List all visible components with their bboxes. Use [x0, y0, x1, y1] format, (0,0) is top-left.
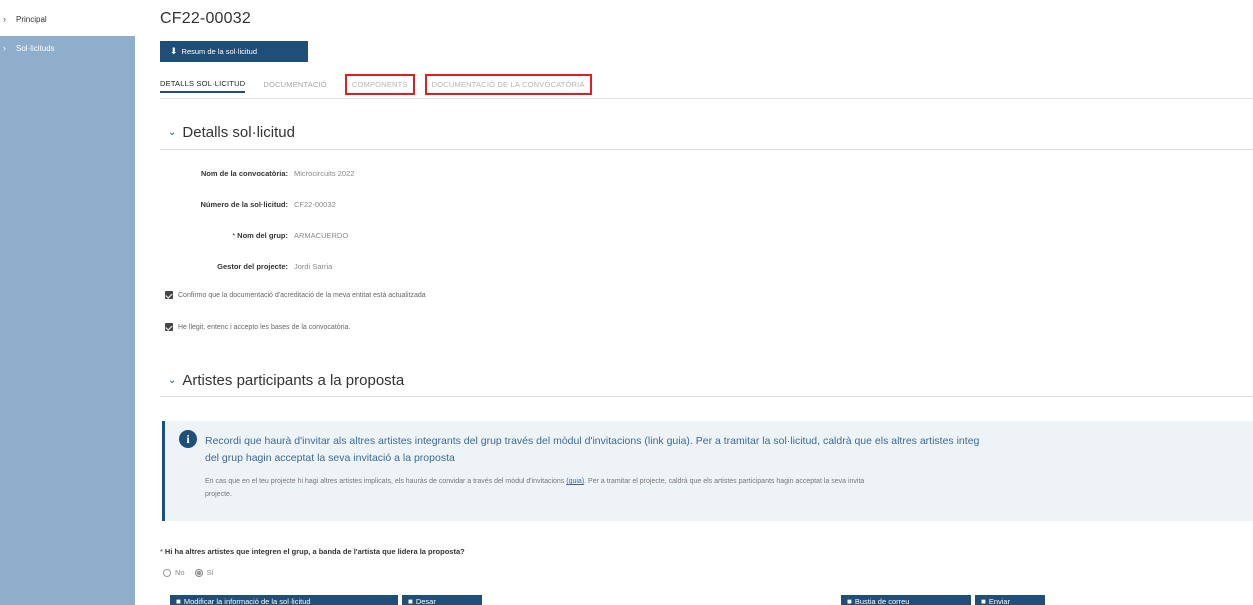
details-section-title: Detalls sol·licitud: [182, 124, 295, 141]
field-value: Jordi Sarria: [294, 261, 333, 271]
mailbox-button[interactable]: ■ Bustia de correu: [841, 595, 971, 605]
main-content: CF22-00032 ⬇ Resum de la sol·licitud DET…: [160, 0, 1253, 605]
radio-yes[interactable]: Sí: [194, 568, 214, 577]
accept-terms-checkbox-row[interactable]: He llegit, entenc i accepto les bases de…: [165, 320, 350, 334]
summary-button-label: Resum de la sol·licitud: [181, 47, 257, 56]
radio-label: No: [175, 568, 185, 577]
field-group-name: * Nom del grup: ARMACUERDO: [160, 227, 348, 243]
info-message: Recordi que haurà d'invitar als altres a…: [205, 433, 1253, 467]
chevron-right-icon: ›: [3, 14, 6, 24]
required-mark: *: [160, 547, 163, 556]
radio-no[interactable]: No: [163, 568, 185, 577]
radio-label: Sí: [206, 568, 214, 577]
button-label: Enviar: [988, 596, 1011, 605]
radio-circle-selected[interactable]: [194, 568, 203, 577]
tabs: DETALLS SOL·LICITUD DOCUMENTACIÓ COMPONE…: [160, 72, 602, 96]
info-details-line1: En cas que en el teu projecte hi hagi al…: [205, 475, 1253, 488]
field-label: Gestor del projecte:: [217, 261, 288, 271]
chevron-down-icon: ⌄: [168, 375, 177, 386]
edit-icon: ■: [176, 596, 181, 605]
other-artists-question: * Hi ha altres artistes que integren el g…: [160, 547, 465, 556]
details-section-header[interactable]: ⌄ Detalls sol·licitud: [168, 124, 295, 141]
radio-circle[interactable]: [163, 568, 171, 577]
artists-section-header[interactable]: ⌄ Artistes participants a la proposta: [168, 372, 404, 389]
button-label: Modificar la informació de la sol·licitu…: [183, 596, 311, 605]
sidebar-item-label: Principal: [16, 14, 47, 24]
other-artists-radio-group: No Sí: [163, 568, 224, 577]
checkbox-label: Confirmo que la documentació d'acreditac…: [178, 291, 426, 299]
info-details-text: En cas que en el teu projecte hi hagi al…: [205, 478, 567, 485]
send-button[interactable]: ■ Enviar: [975, 595, 1045, 605]
field-label: Número de la sol·licitud:: [200, 199, 288, 209]
question-text: Hi ha altres artistes que integren el gr…: [164, 547, 465, 556]
save-button[interactable]: ■ Desar: [402, 595, 482, 605]
sidebar: › Principal › Sol·licituds: [0, 0, 135, 605]
info-message-line2: del grup hagin acceptat la seva invitaci…: [205, 452, 455, 464]
checkbox-checked[interactable]: [165, 291, 173, 299]
field-value: ARMACUERDO: [294, 230, 349, 240]
field-project-manager: Gestor del projecte: Jordi Sarria: [160, 258, 332, 274]
required-mark: *: [232, 230, 236, 240]
field-label-text: Nom del grup:: [237, 230, 288, 240]
save-icon: ■: [408, 596, 413, 605]
field-value: CF22-00032: [294, 199, 336, 209]
summary-button[interactable]: ⬇ Resum de la sol·licitud: [160, 41, 308, 62]
section-divider: [160, 396, 1253, 397]
info-details: En cas que en el teu projecte hi hagi al…: [205, 475, 1253, 501]
sidebar-item-label: Sol·licituds: [16, 43, 55, 53]
checkbox-checked[interactable]: [165, 323, 173, 331]
tabs-divider: [160, 98, 1253, 99]
edit-request-button[interactable]: ■ Modificar la informació de la sol·lici…: [170, 595, 398, 605]
artists-section-title: Artistes participants a la proposta: [182, 372, 405, 389]
send-icon: ■: [981, 596, 986, 605]
tab-components[interactable]: COMPONENTS: [344, 73, 415, 95]
chevron-down-icon: ⌄: [168, 127, 177, 138]
mail-icon: ■: [847, 596, 852, 605]
sidebar-item-principal[interactable]: › Principal: [0, 8, 135, 30]
field-label: Nom de la convocatòria:: [200, 168, 288, 178]
guide-link[interactable]: (guia): [566, 478, 584, 485]
confirm-docs-checkbox-row[interactable]: Confirmo que la documentació d'acreditac…: [165, 288, 426, 302]
tab-call-documentation[interactable]: DOCUMENTACIÓ DE LA CONVOCATÒRIA: [424, 73, 592, 95]
sidebar-active-panel: › Sol·licituds: [0, 36, 135, 605]
button-label: Desar: [415, 596, 436, 605]
page-title: CF22-00032: [160, 10, 251, 27]
sidebar-item-sollicituds[interactable]: › Sol·licituds: [0, 36, 135, 60]
info-details-line2: projecte.: [205, 491, 232, 498]
info-message-line1: Recordi que haurà d'invitar als altres a…: [205, 435, 980, 447]
chevron-right-icon: ›: [3, 43, 6, 53]
tab-documentation[interactable]: DOCUMENTACIÓ: [263, 76, 327, 93]
download-icon: ⬇: [170, 46, 178, 56]
info-details-text: . Per a tramitar el projecte, caldrà que…: [584, 478, 865, 485]
field-request-number: Número de la sol·licitud: CF22-00032: [160, 196, 336, 212]
checkbox-label: He llegit, entenc i accepto les bases de…: [178, 323, 351, 331]
info-icon: i: [179, 430, 197, 448]
button-label: Bustia de correu: [854, 596, 910, 605]
field-call-name: Nom de la convocatòria: Microcircuits 20…: [160, 165, 355, 181]
tab-details[interactable]: DETALLS SOL·LICITUD: [160, 75, 246, 93]
info-alert: i Recordi que haurà d'invitar als altres…: [162, 421, 1253, 521]
section-divider: [160, 149, 1253, 150]
field-label: * Nom del grup:: [160, 231, 294, 240]
field-value: Microcircuits 2022: [294, 168, 355, 178]
